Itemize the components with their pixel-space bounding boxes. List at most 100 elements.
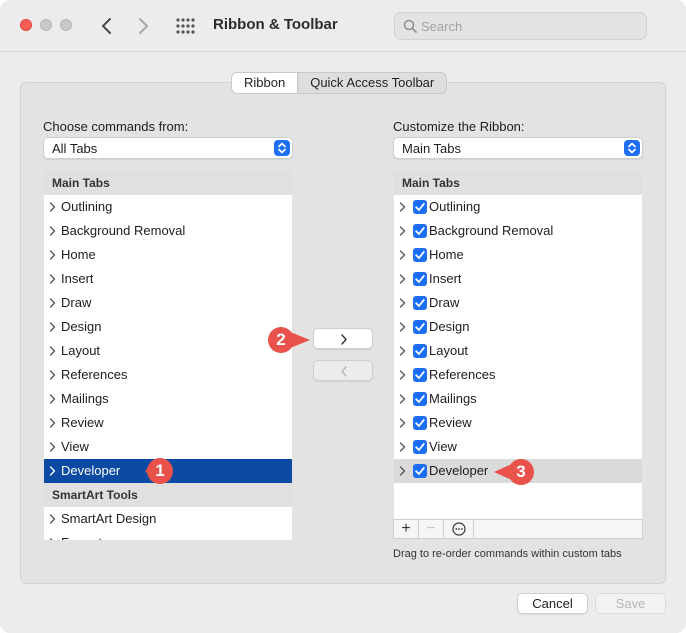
list-item[interactable]: Draw <box>44 291 292 315</box>
checkmark-icon <box>415 323 425 331</box>
list-footer-toolbar: + − <box>393 519 643 539</box>
callout-3: 3 <box>492 457 538 487</box>
list-item[interactable]: Design <box>394 315 642 339</box>
maximize-window-button[interactable] <box>60 19 72 31</box>
list-item[interactable]: Insert <box>394 267 642 291</box>
more-options-button[interactable] <box>444 520 474 538</box>
chevron-left-icon <box>102 18 111 34</box>
list-item-label: Layout <box>61 343 101 358</box>
list-item[interactable]: Background Removal <box>44 219 292 243</box>
checkbox-checked[interactable] <box>413 440 427 454</box>
checkbox-checked[interactable] <box>413 416 427 430</box>
chevron-right-icon <box>139 18 148 34</box>
list-item[interactable]: Design <box>44 315 292 339</box>
remove-from-ribbon-button[interactable] <box>313 360 373 381</box>
chevron-right-icon <box>49 442 56 452</box>
checkbox-checked[interactable] <box>413 272 427 286</box>
list-item[interactable]: Mailings <box>44 387 292 411</box>
checkbox-checked[interactable] <box>413 392 427 406</box>
list-item[interactable]: Insert <box>44 267 292 291</box>
commands-source-dropdown[interactable]: All Tabs <box>43 137 293 159</box>
list-item[interactable]: Review <box>394 411 642 435</box>
ribbon-tabs-value: Main Tabs <box>402 141 462 156</box>
list-item[interactable]: Home <box>44 243 292 267</box>
chevron-right-icon <box>399 418 406 428</box>
ribbon-tabs-dropdown[interactable]: Main Tabs <box>393 137 643 159</box>
checkmark-icon <box>415 395 425 403</box>
chevron-right-icon <box>399 250 406 260</box>
list-item-label: Background Removal <box>61 223 186 238</box>
list-item[interactable]: Background Removal <box>394 219 642 243</box>
list-item[interactable]: References <box>44 363 292 387</box>
checkbox-checked[interactable] <box>413 296 427 310</box>
checkbox-checked[interactable] <box>413 248 427 262</box>
chevron-right-icon <box>341 334 347 345</box>
commands-source-value: All Tabs <box>52 141 98 156</box>
list-item-label: Background Removal <box>429 223 554 238</box>
chevron-right-icon <box>399 298 406 308</box>
checkmark-icon <box>415 227 425 235</box>
show-all-button[interactable] <box>175 17 195 35</box>
list-item[interactable]: Outlining <box>44 195 292 219</box>
chevron-right-icon <box>399 466 406 476</box>
checkbox-checked[interactable] <box>413 320 427 334</box>
list-item[interactable]: Mailings <box>394 387 642 411</box>
close-window-button[interactable] <box>20 19 32 31</box>
chevron-right-icon <box>49 514 56 524</box>
list-item[interactable]: View <box>394 435 642 459</box>
list-item-label: References <box>61 367 128 382</box>
chevron-right-icon <box>49 370 56 380</box>
chevron-right-icon <box>399 370 406 380</box>
list-item-label: Layout <box>429 343 469 358</box>
list-item[interactable]: Layout <box>394 339 642 363</box>
checkbox-checked[interactable] <box>413 368 427 382</box>
tab-switcher: Ribbon Quick Access Toolbar <box>231 72 448 94</box>
chevron-right-icon <box>49 250 56 260</box>
back-button[interactable] <box>96 14 118 38</box>
reorder-hint: Drag to re-order commands within custom … <box>393 548 622 560</box>
search-input[interactable] <box>421 17 636 35</box>
list-item-label: Mailings <box>61 391 109 406</box>
preferences-window: Ribbon & Toolbar Ribbon Quick Access Too… <box>0 0 686 633</box>
list-item[interactable]: Format <box>44 531 292 540</box>
chevron-right-icon <box>49 538 53 540</box>
checkbox-checked[interactable] <box>413 224 427 238</box>
chevron-left-icon <box>341 366 347 377</box>
cancel-button[interactable]: Cancel <box>517 593 588 614</box>
checkmark-icon <box>415 371 425 379</box>
checkbox-checked[interactable] <box>413 344 427 358</box>
list-item[interactable]: SmartArt Design <box>44 507 292 531</box>
list-item[interactable]: Draw <box>394 291 642 315</box>
checkmark-icon <box>415 443 425 451</box>
tab-ribbon[interactable]: Ribbon <box>232 73 299 93</box>
search-icon <box>403 19 417 33</box>
list-item-label: Design <box>61 319 102 334</box>
list-item[interactable]: Home <box>394 243 642 267</box>
add-to-ribbon-button[interactable] <box>313 328 373 349</box>
checkbox-checked[interactable] <box>413 464 427 478</box>
list-item[interactable]: Outlining <box>394 195 642 219</box>
minimize-window-button[interactable] <box>40 19 52 31</box>
remove-tab-button[interactable]: − <box>419 520 444 538</box>
checkmark-icon <box>415 299 425 307</box>
list-item[interactable]: References <box>394 363 642 387</box>
search-field[interactable] <box>394 12 647 40</box>
list-item-label: Design <box>429 319 470 334</box>
tab-quick-access-toolbar[interactable]: Quick Access Toolbar <box>298 73 446 93</box>
chevron-right-icon <box>49 418 56 428</box>
list-item-label: Home <box>61 247 96 262</box>
callout-2: 2 <box>266 325 312 355</box>
list-item[interactable]: Review <box>44 411 292 435</box>
list-item-label: Review <box>429 415 472 430</box>
more-icon <box>451 522 466 536</box>
list-item[interactable]: Layout <box>44 339 292 363</box>
checkbox-checked[interactable] <box>413 200 427 214</box>
checkmark-icon <box>415 347 425 355</box>
add-tab-button[interactable]: + <box>394 520 419 538</box>
checkmark-icon <box>415 251 425 259</box>
list-group-header: Main Tabs <box>394 171 642 195</box>
list-item-label: Insert <box>429 271 462 286</box>
chevron-right-icon <box>49 346 56 356</box>
forward-button[interactable] <box>132 14 154 38</box>
save-button[interactable]: Save <box>595 593 666 614</box>
